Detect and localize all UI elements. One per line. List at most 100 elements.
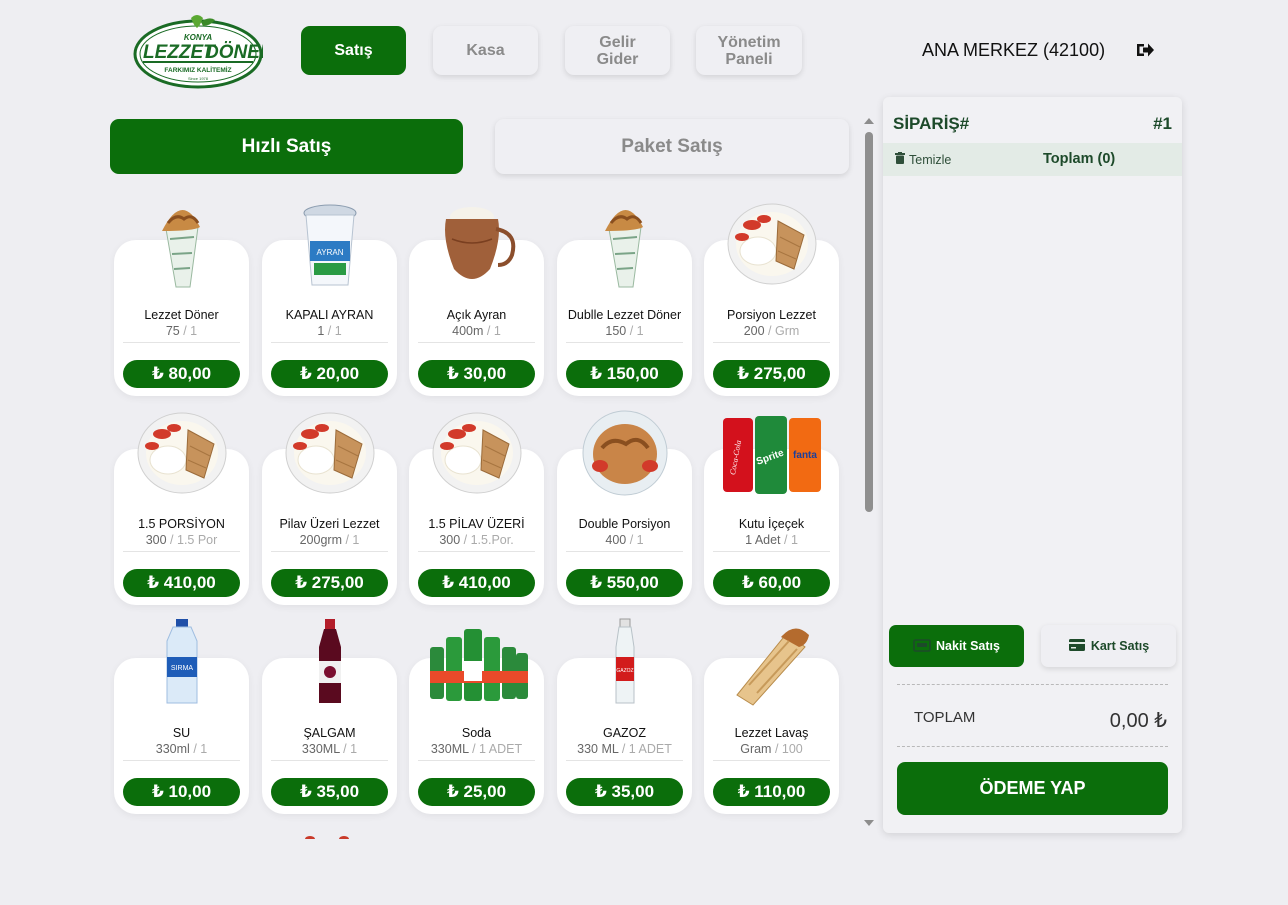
product-price[interactable]: ₺ 410,00 xyxy=(123,569,240,597)
product-amount: 330 ML xyxy=(577,742,619,756)
product-portion: 200 / Grm xyxy=(704,324,839,338)
product-name: KAPALI AYRAN xyxy=(285,308,374,322)
cash-sale-button[interactable]: Nakit Satış xyxy=(889,625,1024,667)
product-price[interactable]: ₺ 410,00 xyxy=(418,569,535,597)
logout-icon[interactable] xyxy=(1134,39,1156,61)
product-name: 1.5 PORSİYON xyxy=(138,517,225,531)
pay-button[interactable]: ÖDEME YAP xyxy=(897,762,1168,815)
product-name: ŞALGAM xyxy=(303,726,356,740)
scroll-down-arrow[interactable] xyxy=(864,820,874,826)
product-price[interactable]: ₺ 110,00 xyxy=(713,778,830,806)
nav-kasa[interactable]: Kasa xyxy=(433,26,538,75)
product-price[interactable]: ₺ 35,00 xyxy=(271,778,388,806)
trash-icon xyxy=(895,152,905,167)
nav-satis[interactable]: Satış xyxy=(301,26,406,75)
product-scrollbar[interactable] xyxy=(862,116,876,828)
product-price[interactable]: ₺ 550,00 xyxy=(566,569,683,597)
product-grid: Lezzet Döner 75 / 1 ₺ 80,00 AYRAN KAPALI AYR… xyxy=(110,190,850,828)
divider xyxy=(897,746,1168,747)
logo-top-text: KONYA xyxy=(184,33,213,42)
tab-paket-satis-label: Paket Satış xyxy=(621,135,723,157)
product-unit: / 1.5.Por. xyxy=(463,533,514,547)
product-portion: 330 ML / 1 ADET xyxy=(557,742,692,756)
total-label: TOPLAM xyxy=(914,709,976,726)
order-number: #1 xyxy=(1153,114,1172,133)
product-card[interactable]: 1.5 PORSİYON 300 / 1.5 Por ₺ 410,00 xyxy=(114,412,249,605)
nav-yonetim-paneli-label: Yönetim Paneli xyxy=(717,33,781,68)
product-unit: / 100 xyxy=(774,742,803,756)
water-bottle-icon: SIRMA xyxy=(127,618,237,706)
product-portion: 400m / 1 xyxy=(409,324,544,338)
product-card[interactable]: 1.5 PİLAV ÜZERİ 300 / 1.5.Por. ₺ 410,00 xyxy=(409,412,544,605)
lavas-wrap-icon xyxy=(717,618,827,706)
product-divider xyxy=(418,551,535,552)
doner-wrap-icon xyxy=(127,200,237,288)
product-card[interactable]: Coca-Cola Sprite fanta Kutu İçeçek 1 Adet / … xyxy=(704,416,839,605)
product-name: Double Porsiyon xyxy=(578,517,671,531)
brand-logo: KONYA LEZZET DÖNER FARKIMIZ KALİTEMİZ Si… xyxy=(133,12,263,90)
soda-cans-icon: Coca-Cola Sprite fanta xyxy=(717,409,827,497)
product-divider xyxy=(566,342,683,343)
product-divider xyxy=(713,760,830,761)
card-sale-label: Kart Satış xyxy=(1090,639,1150,653)
product-unit: / 1 xyxy=(629,324,644,338)
double-plate-icon xyxy=(570,409,680,497)
product-portion: 330ML / 1 ADET xyxy=(409,742,544,756)
product-card[interactable]: Pilav Üzeri Lezzet 200grm / 1 ₺ 275,00 xyxy=(262,412,397,605)
product-amount: 330ML xyxy=(430,742,469,756)
product-price[interactable]: ₺ 35,00 xyxy=(566,778,683,806)
product-card[interactable]: Dubl­le Lezzet Döner 150 / 1 ₺ 150,00 xyxy=(557,209,692,396)
product-price[interactable]: ₺ 275,00 xyxy=(713,360,830,388)
product-amount: 200grm xyxy=(299,533,342,547)
product-unit: / 1.5 Por xyxy=(170,533,218,547)
nav-yonetim-paneli[interactable]: Yönetim Paneli xyxy=(696,26,802,75)
product-divider xyxy=(713,551,830,552)
product-name: Açık Ayran xyxy=(446,308,507,322)
nav-gelir-gider[interactable]: Gelir Gider xyxy=(565,26,670,75)
product-card[interactable]: Double Porsiyon 400 / 1 ₺ 550,00 xyxy=(557,410,692,605)
product-price[interactable]: ₺ 275,00 xyxy=(271,569,388,597)
product-portion: 150 / 1 xyxy=(557,324,692,338)
product-price[interactable]: ₺ 80,00 xyxy=(123,360,240,388)
product-card[interactable]: Porsiyon Lezzet 200 / Grm ₺ 275,00 xyxy=(704,203,839,396)
product-portion: 330ML / 1 xyxy=(262,742,397,756)
product-card[interactable]: Açık Ayran 400m / 1 ₺ 30,00 xyxy=(409,207,544,396)
plate-portion-icon xyxy=(127,409,237,497)
product-card[interactable]: GAZOZ GAZOZ 330 ML / 1 ADET ₺ 35,00 xyxy=(557,618,692,814)
credit-card-icon xyxy=(1068,638,1086,655)
divider xyxy=(897,684,1168,685)
doner-wrap-icon xyxy=(570,200,680,288)
product-card[interactable]: Lezzet Döner 75 / 1 ₺ 80,00 xyxy=(114,209,249,396)
product-price[interactable]: ₺ 60,00 xyxy=(713,569,830,597)
product-name: Porsiyon Lezzet xyxy=(727,308,816,322)
product-price[interactable]: ₺ 20,00 xyxy=(271,360,388,388)
product-portion: 330ml / 1 xyxy=(114,742,249,756)
product-card[interactable]: SIRMA SU 330ml / 1 ₺ 10,00 xyxy=(114,619,249,814)
product-price[interactable]: ₺ 25,00 xyxy=(418,778,535,806)
product-price[interactable]: ₺ 10,00 xyxy=(123,778,240,806)
product-amount: Gram xyxy=(740,742,772,756)
clear-button[interactable]: Temizle xyxy=(895,152,951,167)
product-unit: / 1 xyxy=(629,533,644,547)
product-card[interactable]: Soda 330ML / 1 ADET ₺ 25,00 xyxy=(409,629,544,814)
product-price[interactable]: ₺ 30,00 xyxy=(418,360,535,388)
pay-button-label: ÖDEME YAP xyxy=(979,778,1086,798)
product-portion: Gram / 100 xyxy=(704,742,839,756)
tab-paket-satis[interactable]: Paket Satış xyxy=(495,119,849,174)
product-unit: / 1 ADET xyxy=(472,742,523,756)
logo-name-2: DÖNER xyxy=(205,42,263,63)
product-card[interactable]: ŞALGAM 330ML / 1 ₺ 35,00 xyxy=(262,619,397,814)
card-sale-button[interactable]: Kart Satış xyxy=(1041,625,1176,667)
tab-hizli-satis[interactable]: Hızlı Satış xyxy=(110,119,463,174)
scroll-thumb[interactable] xyxy=(865,132,873,512)
product-unit: / 1 xyxy=(486,324,501,338)
logo-tagline: FARKIMIZ KALİTEMİZ xyxy=(164,66,231,74)
product-card[interactable]: Lezzet Lavaş Gram / 100 ₺ 110,00 xyxy=(704,628,839,814)
product-divider xyxy=(418,342,535,343)
product-price[interactable]: ₺ 150,00 xyxy=(566,360,683,388)
product-amount: 330ml xyxy=(155,742,190,756)
plate-portion-icon xyxy=(422,409,532,497)
scroll-up-arrow[interactable] xyxy=(864,118,874,124)
gazoz-bottle-icon: GAZOZ xyxy=(570,618,680,706)
product-card[interactable]: AYRAN KAPALI AYRAN 1 / 1 ₺ 20,00 xyxy=(262,204,397,396)
